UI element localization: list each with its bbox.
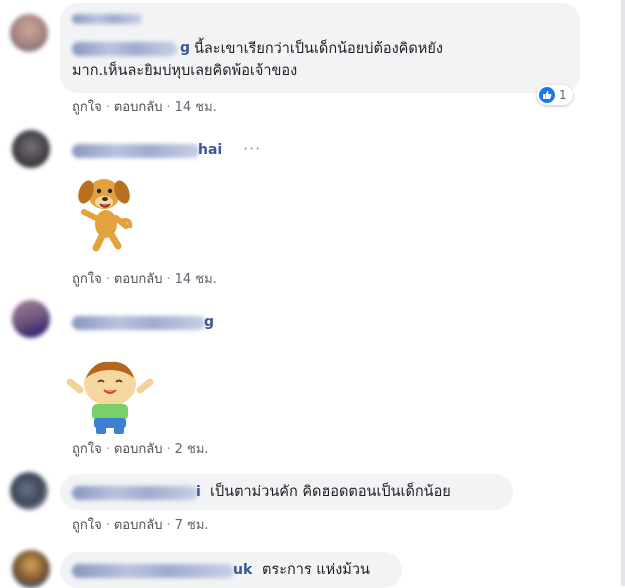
author-name[interactable]: g [204, 314, 214, 330]
like-link[interactable]: ถูกใจ [72, 518, 102, 533]
comment-text: นี้ละเขาเรียกว่าเป็นเด็กน้อยบ่ต้องคิดหยั… [194, 41, 443, 57]
timestamp[interactable]: 2 ชม. [175, 442, 209, 457]
avatar[interactable] [12, 130, 50, 168]
thumbs-up-icon [539, 87, 555, 103]
blurred-author-name[interactable] [72, 14, 142, 24]
blurred-author-name[interactable] [72, 564, 234, 578]
blurred-author-name[interactable] [72, 486, 198, 500]
reply-link[interactable]: ตอบกลับ [114, 272, 163, 287]
author-name[interactable]: uk [233, 562, 252, 578]
separator: · [166, 100, 171, 115]
comment-text: มาก.เห็นละยิมบ่หุบเลยคิดพ้อเจ้าของ [72, 63, 298, 79]
blurred-author-name[interactable] [72, 144, 200, 158]
dog-sticker[interactable] [72, 166, 138, 254]
author-name[interactable]: hai [198, 142, 222, 158]
comment-actions: ถูกใจ · ตอบกลับ · 14 ชม. [72, 96, 217, 117]
reaction-summary[interactable]: 1 [537, 85, 573, 105]
separator: · [105, 442, 110, 457]
reply-link[interactable]: ตอบกลับ [114, 442, 163, 457]
timestamp[interactable]: 14 ชม. [175, 100, 217, 115]
like-link[interactable]: ถูกใจ [72, 442, 102, 457]
author-name[interactable]: g [180, 40, 190, 56]
blurred-author-name[interactable] [72, 316, 206, 330]
separator: · [105, 100, 110, 115]
more-options-icon[interactable]: ··· [243, 139, 261, 158]
timestamp[interactable]: 14 ชม. [175, 272, 217, 287]
avatar[interactable] [12, 550, 50, 588]
reaction-count: 1 [559, 88, 567, 102]
scrollbar[interactable] [621, 0, 625, 586]
separator: · [166, 442, 171, 457]
comment-actions: ถูกใจ · ตอบกลับ · 14 ชม. [72, 268, 217, 289]
separator: · [105, 272, 110, 287]
reply-link[interactable]: ตอบกลับ [114, 100, 163, 115]
blurred-author-name[interactable] [72, 42, 177, 56]
comment-actions: ถูกใจ · ตอบกลับ · 2 ชม. [72, 438, 209, 459]
like-link[interactable]: ถูกใจ [72, 100, 102, 115]
avatar[interactable] [10, 14, 48, 52]
separator: · [166, 272, 171, 287]
reply-link[interactable]: ตอบกลับ [114, 518, 163, 533]
avatar[interactable] [12, 300, 50, 338]
boy-sticker[interactable] [64, 356, 156, 436]
comment-text: ตระการ แห่งม้วน [262, 562, 370, 578]
like-link[interactable]: ถูกใจ [72, 272, 102, 287]
author-name[interactable]: i [196, 484, 201, 500]
separator: · [166, 518, 171, 533]
timestamp[interactable]: 7 ชม. [175, 518, 209, 533]
comment-actions: ถูกใจ · ตอบกลับ · 7 ชม. [72, 514, 209, 535]
separator: · [105, 518, 110, 533]
avatar[interactable] [10, 472, 48, 510]
comment-text: เป็นตาม่วนคัก คิดฮอดตอนเป็นเด็กน้อย [210, 484, 451, 500]
